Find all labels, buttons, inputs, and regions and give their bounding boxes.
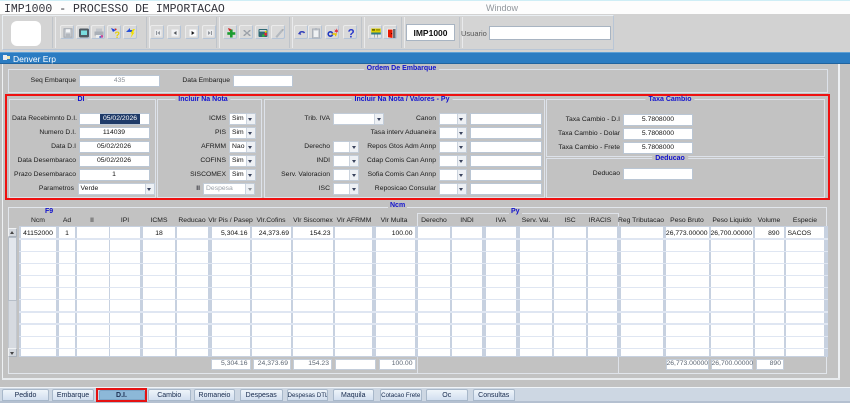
- svg-text:?: ?: [115, 30, 121, 39]
- svg-text:?: ?: [347, 29, 354, 40]
